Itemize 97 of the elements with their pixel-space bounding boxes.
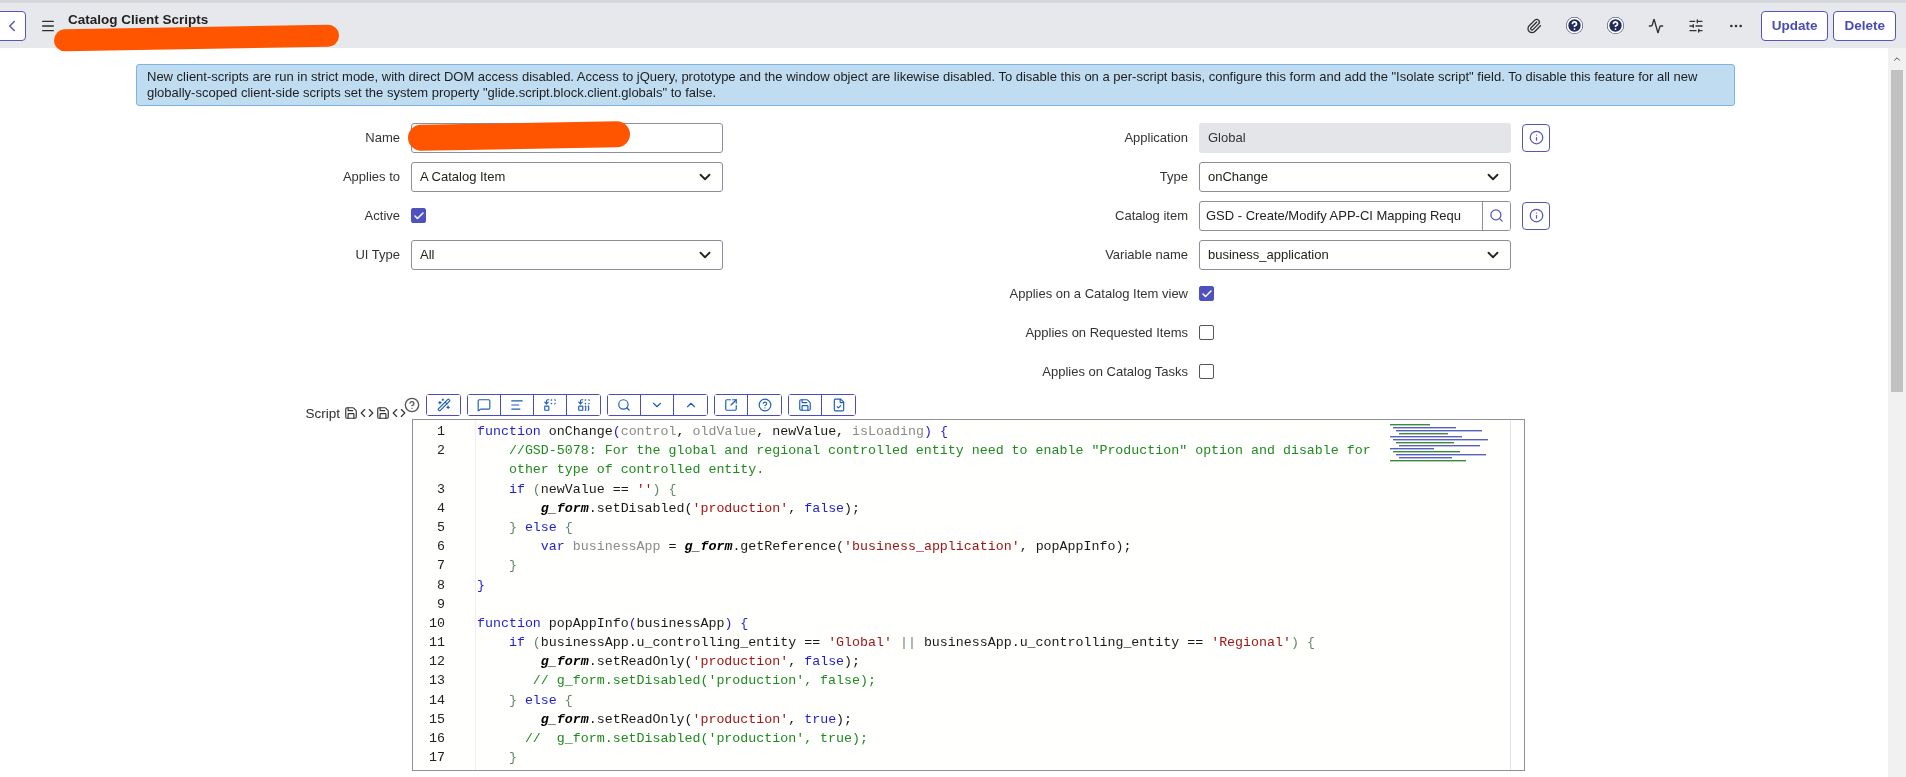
code-line: function onChange(control, oldValue, newValue, isLoading) { (477, 423, 949, 441)
search-icon (1489, 208, 1504, 223)
select-field[interactable]: business_application (1199, 239, 1511, 270)
toolbar-button[interactable] (427, 395, 460, 415)
code-line: } (507, 749, 518, 768)
select-field[interactable]: All (411, 239, 723, 270)
reference-field[interactable]: GSD - Create/Modify APP-CI Mapping Requ (1199, 200, 1511, 231)
line-number: 16 (428, 730, 446, 748)
select-field[interactable]: A Catalog Item (411, 161, 723, 192)
code-line: // g_form.setDisabled('production', true); (523, 730, 869, 748)
code-line: if (newValue == '') { (507, 480, 678, 499)
field-label: Active (363, 208, 400, 223)
code-line: g_form.setReadOnly('production', true); (539, 710, 854, 729)
replace-all-icon (576, 398, 591, 412)
code-line: // g_form.setDisabled('production', false); (531, 672, 877, 691)
code-line: //GSD-5078: For the global and regional controlled entity need to enable "Production" option and disable for (507, 442, 1372, 461)
line-number: 6 (436, 538, 446, 557)
line-number: 9 (436, 595, 446, 614)
field-label: Variable name (1104, 247, 1188, 262)
field-label: UI Type (354, 247, 400, 262)
code-line: } (477, 576, 486, 595)
external-link-icon (724, 398, 738, 412)
line-number: 14 (428, 691, 446, 710)
chevron-up-icon[interactable] (1892, 54, 1902, 64)
toolbar-button[interactable] (468, 395, 501, 415)
page-title: Catalog Client Scripts (68, 12, 209, 27)
line-number: 2 (436, 442, 446, 461)
field-label: Applies on Requested Items (1024, 325, 1188, 340)
field-label: Name (364, 130, 400, 145)
save-icon (798, 398, 812, 412)
action-button[interactable]: Update (1760, 10, 1829, 41)
line-number: 5 (436, 518, 446, 537)
action-button[interactable]: Delete (1833, 10, 1896, 41)
check-icon (412, 209, 425, 222)
toolbar-button[interactable] (789, 395, 822, 415)
name-field[interactable] (411, 122, 723, 153)
field-label: Type (1158, 169, 1188, 184)
code-line: if (businessApp.u_controlling_entity == 'Global' || businessApp.u_controlling_entity == 'Regional') { (507, 634, 1316, 653)
info-icon (1528, 208, 1544, 223)
toolbar-button[interactable] (715, 395, 748, 415)
replace-icon (543, 398, 557, 412)
page-scrollbar[interactable] (1888, 48, 1906, 777)
line-number: 4 (436, 499, 446, 518)
line-number: 17 (428, 749, 446, 768)
line-number: 1 (436, 423, 446, 441)
search-icon (617, 398, 631, 412)
line-number: 13 (428, 672, 446, 691)
line-number: 7 (436, 557, 446, 576)
line-number: 3 (436, 480, 446, 499)
readonly-field: Global (1199, 122, 1511, 153)
field-label: Catalog item (1114, 208, 1188, 223)
line-number: 10 (428, 614, 446, 633)
code-line: var businessApp = g_form.getReference('business_application', popAppInfo); (539, 538, 1133, 557)
code-line: } (507, 557, 518, 576)
format-icon (436, 398, 451, 412)
checkbox[interactable] (1199, 364, 1214, 379)
code-line: other type of controlled entity. (507, 461, 766, 480)
field-label: Script (305, 406, 340, 421)
code-icon[interactable] (392, 406, 406, 420)
line-number: 12 (428, 653, 446, 672)
code-line: g_form.setReadOnly('production', false); (539, 653, 862, 672)
sliders-icon[interactable] (1687, 17, 1704, 34)
align-left-icon (510, 398, 524, 412)
code-line: } else { (507, 691, 574, 710)
field-label: Application (1123, 130, 1188, 145)
help-icon (757, 398, 772, 412)
code-line: } else { (507, 518, 574, 537)
search-button[interactable] (1482, 201, 1510, 230)
file-check-icon (831, 398, 846, 412)
field-label: Applies to (341, 169, 400, 184)
checkbox[interactable] (1199, 286, 1214, 301)
line-number: 15 (428, 710, 446, 729)
notice-banner: New client-scripts are run in strict mode, with direct DOM access disabled. Access to jQuery, prototype and the window object are likewise disabled. To disable this on a per-script basis, configure this form and add the "Isolate script" field. To disable this feature for all new globally-scoped client-side scripts set the system property "glide.script.block.client.globals" to false. (136, 64, 1735, 106)
comment-icon (477, 398, 491, 412)
code-line: function popAppInfo(businessApp) { (477, 614, 750, 633)
code-line: g_form.setDisabled('production', false); (539, 499, 862, 518)
scrollbar-thumb[interactable] (1891, 70, 1903, 392)
paperclip-icon[interactable] (1525, 17, 1542, 34)
checkbox[interactable] (1199, 325, 1214, 340)
info-button[interactable] (1522, 201, 1550, 230)
info-icon (1528, 130, 1544, 145)
save-icon[interactable] (344, 406, 358, 420)
line-number: 11 (428, 634, 446, 653)
save-icon[interactable] (376, 406, 390, 420)
help-icon[interactable] (404, 397, 420, 413)
check-icon (1200, 287, 1213, 300)
code-editor[interactable] (412, 419, 1525, 771)
field-label: Applies on a Catalog Item view (1008, 286, 1188, 301)
code-icon[interactable] (360, 406, 374, 420)
toolbar-button[interactable] (608, 395, 641, 415)
activity-icon[interactable] (1647, 17, 1664, 34)
info-button[interactable] (1522, 123, 1550, 152)
line-number: 8 (436, 576, 446, 595)
back-button[interactable] (0, 10, 26, 41)
field-label: Applies on Catalog Tasks (1041, 364, 1188, 379)
select-field[interactable]: onChange (1199, 161, 1511, 192)
checkbox[interactable] (411, 208, 426, 223)
